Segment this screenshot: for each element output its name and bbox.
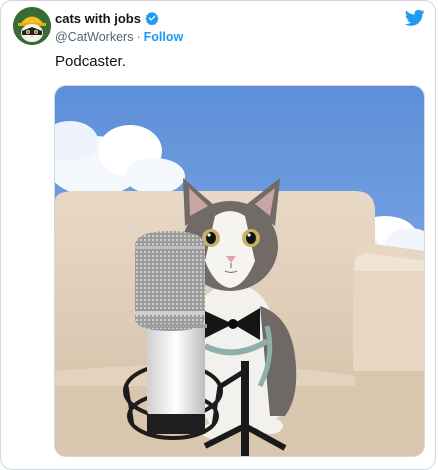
cat-podcaster-image bbox=[55, 86, 424, 456]
account-names: cats with jobs @CatWorkers · Follow bbox=[55, 10, 183, 45]
avatar[interactable] bbox=[13, 7, 51, 45]
tweet-card: cats with jobs @CatWorkers · Follow Podc… bbox=[0, 0, 436, 470]
tweet-text: Podcaster. bbox=[55, 53, 126, 70]
verified-badge-icon bbox=[145, 11, 159, 26]
handle-link[interactable]: @CatWorkers bbox=[55, 30, 133, 44]
tweet-header: cats with jobs @CatWorkers · Follow bbox=[13, 7, 429, 47]
follow-button[interactable]: Follow bbox=[144, 30, 184, 44]
display-name-row: cats with jobs bbox=[55, 10, 183, 26]
separator-dot: · bbox=[136, 30, 141, 44]
twitter-bird-icon[interactable] bbox=[404, 9, 425, 27]
display-name[interactable]: cats with jobs bbox=[55, 11, 141, 26]
handle-row: @CatWorkers · Follow bbox=[55, 29, 183, 45]
tweet-photo[interactable] bbox=[54, 85, 425, 457]
